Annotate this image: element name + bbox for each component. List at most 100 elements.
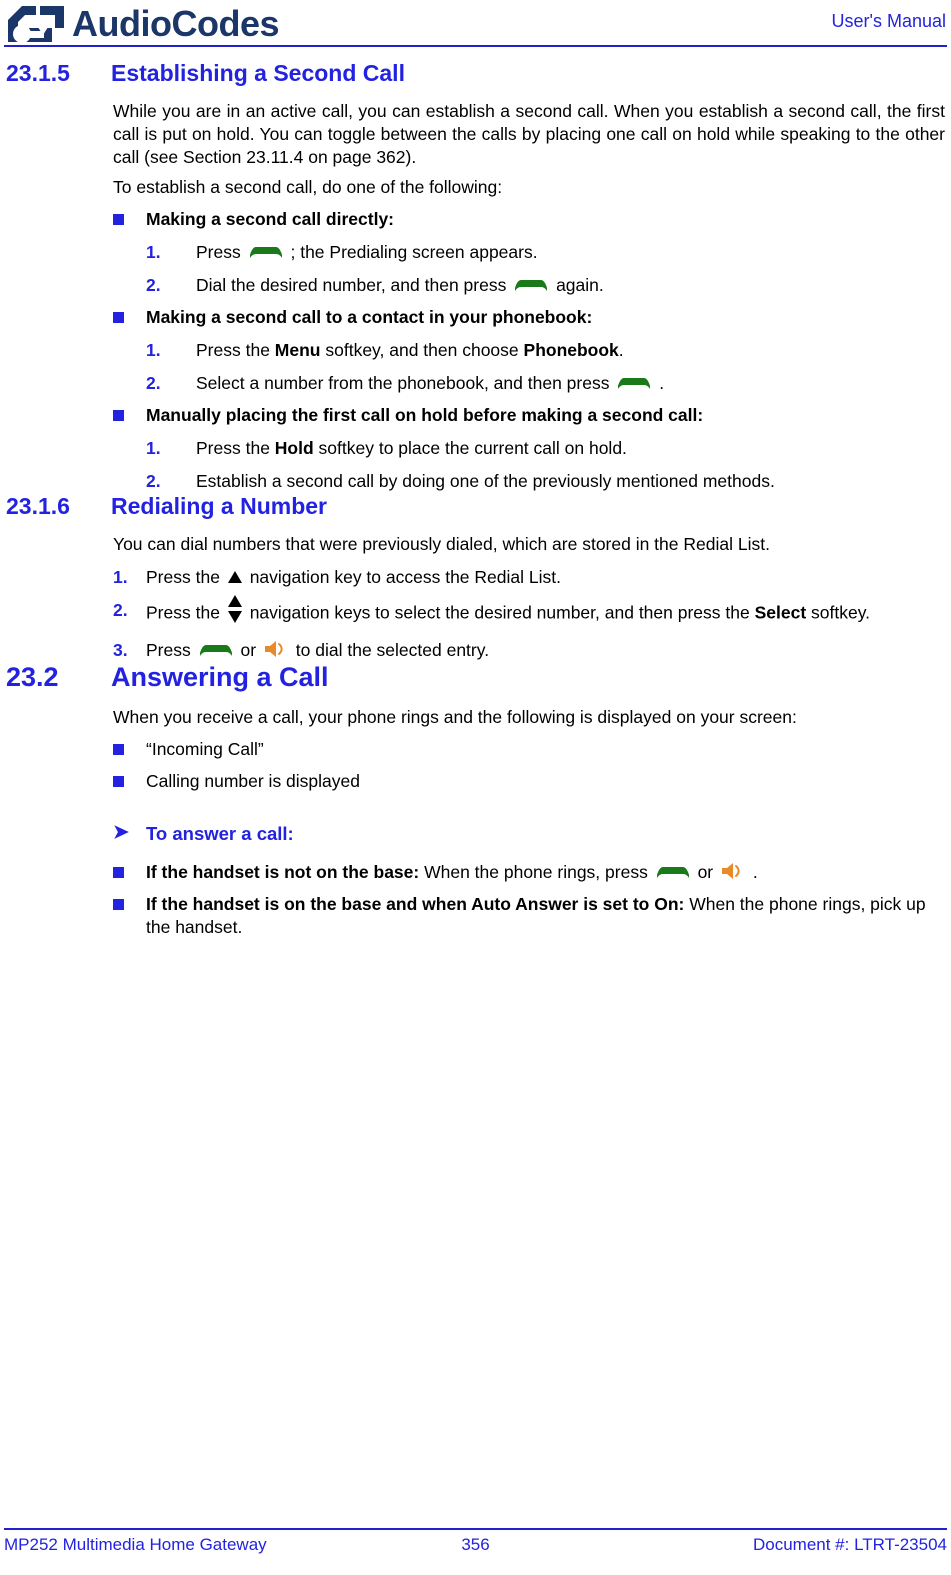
step-number: 1. xyxy=(146,340,161,360)
step-text-mid: softkey to place the current call on hol… xyxy=(313,438,627,458)
heading-23-1-6-number: 23.1.6 xyxy=(6,493,70,519)
steps-manual-hold: 1. Press the Hold softkey to place the cu… xyxy=(0,437,951,493)
list-item: Calling number is displayed xyxy=(0,770,951,793)
list-item: Making a second call to a contact in you… xyxy=(0,306,951,329)
heading-23-1-5-number: 23.1.5 xyxy=(6,60,70,86)
menu-phonebook-label: Phonebook xyxy=(523,340,619,360)
list-item: 1. Press the Menu softkey, and then choos… xyxy=(0,339,951,362)
nav-up-key-icon xyxy=(227,570,243,584)
step-text-before: Dial the desired number, and then press xyxy=(196,275,507,295)
orange-speaker-key-icon xyxy=(264,639,288,659)
para-23-1-5-intro: While you are in an active call, you can… xyxy=(113,101,945,167)
list-23-2-display: “Incoming Call” Calling number is displa… xyxy=(0,738,951,793)
step-text-after: to dial the selected entry. xyxy=(295,640,490,660)
bullet-text: “Incoming Call” xyxy=(146,739,264,759)
square-bullet-icon xyxy=(113,410,124,421)
step-text-after: . xyxy=(659,373,665,393)
logo-text-codes: Codes xyxy=(171,3,280,44)
heading-23-1-5: 23.1.5 Establishing a Second Call xyxy=(0,60,951,87)
list-item: If the handset is not on the base: When … xyxy=(0,861,951,884)
bullet-text-after: . xyxy=(752,862,758,882)
condition-label: If the handset is not on the base: xyxy=(146,862,420,882)
green-handset-key-icon xyxy=(617,376,651,391)
heading-23-2-number: 23.2 xyxy=(6,662,59,692)
list-23-1-5-b: Making a second call to a contact in you… xyxy=(0,306,951,329)
audiocodes-logo-mark-icon xyxy=(6,4,70,44)
step-number: 1. xyxy=(146,242,161,262)
audiocodes-logo-text: AudioCodes xyxy=(72,6,280,42)
step-number: 2. xyxy=(146,373,161,393)
step-text-before: Select a number from the phonebook, and … xyxy=(196,373,610,393)
step-text-tail: softkey. xyxy=(806,602,871,623)
green-handset-key-icon xyxy=(199,643,233,658)
list-item: 2. Press the navigation keys to select t… xyxy=(0,595,951,629)
arrow-bullet-icon: ➤ xyxy=(113,822,129,843)
step-number: 1. xyxy=(146,438,161,458)
step-text-after: navigation keys to select the desired nu… xyxy=(249,602,755,623)
list-item: 2. Select a number from the phonebook, a… xyxy=(0,372,951,395)
heading-23-1-5-title: Establishing a Second Call xyxy=(111,60,405,86)
list-23-1-5: Making a second call directly: xyxy=(0,208,951,231)
procedure-heading-wrap: ➤ To answer a call: xyxy=(0,822,951,845)
nav-up-down-key-icon xyxy=(227,594,243,624)
step-number: 2. xyxy=(146,471,161,491)
page-header: AudioCodes User's Manual xyxy=(0,0,951,47)
footer-page-number: 356 xyxy=(461,1535,490,1554)
step-text-after: again. xyxy=(556,275,604,295)
page-footer: MP252 Multimedia Home Gateway 356 Docume… xyxy=(4,1535,947,1555)
heading-23-1-6: 23.1.6 Redialing a Number xyxy=(0,493,951,520)
steps-second-call-phonebook: 1. Press the Menu softkey, and then choos… xyxy=(0,339,951,395)
step-text-after: navigation key to access the Redial List… xyxy=(249,567,561,587)
softkey-menu-label: Menu xyxy=(274,340,321,360)
square-bullet-icon xyxy=(113,312,124,323)
para-23-2-intro: When you receive a call, your phone ring… xyxy=(113,707,797,727)
header-doc-type: User's Manual xyxy=(831,11,946,31)
list-item: 2. Establish a second call by doing one o… xyxy=(0,470,951,493)
list-item: Making a second call directly: xyxy=(0,208,951,231)
list-item: 1. Press the navigation key to access th… xyxy=(0,566,951,589)
step-text-before: Press xyxy=(146,640,191,660)
document-page: AudioCodes User's Manual 23.1.5 Establis… xyxy=(0,0,951,1575)
softkey-select-label: Select xyxy=(754,602,807,623)
list-item: ➤ To answer a call: xyxy=(0,822,951,845)
bullet-text: Calling number is displayed xyxy=(146,771,360,791)
audiocodes-logo: AudioCodes xyxy=(6,2,280,44)
green-handset-key-icon xyxy=(514,278,548,293)
list-item: Manually placing the first call on hold … xyxy=(0,404,951,427)
square-bullet-icon xyxy=(113,867,124,878)
condition-label: If the handset is on the base and when A… xyxy=(146,894,685,914)
steps-redial: 1. Press the navigation key to access th… xyxy=(0,566,951,662)
step-text-before: Press the xyxy=(146,567,220,587)
list-item: If the handset is on the base and when A… xyxy=(0,893,951,939)
header-divider xyxy=(4,45,947,47)
footer-divider xyxy=(4,1528,947,1530)
list-item: 3. Press or to dial the selected entry. xyxy=(0,639,951,662)
page-content: 23.1.5 Establishing a Second Call While … xyxy=(0,60,951,939)
step-number: 1. xyxy=(113,567,128,587)
step-text-before: Press the xyxy=(146,602,220,623)
heading-23-1-6-title: Redialing a Number xyxy=(111,493,327,519)
step-text-before: Press the xyxy=(196,340,275,360)
list-item: “Incoming Call” xyxy=(0,738,951,761)
step-number: 2. xyxy=(113,600,128,620)
square-bullet-icon xyxy=(113,776,124,787)
step-text-after: . xyxy=(618,340,624,360)
procedure-heading: To answer a call: xyxy=(146,823,294,844)
bullet-heading: Making a second call directly: xyxy=(146,209,394,229)
step-number: 3. xyxy=(113,640,128,660)
list-item: 1. Press the Hold softkey to place the cu… xyxy=(0,437,951,460)
para-23-1-5-lead: To establish a second call, do one of th… xyxy=(113,177,503,197)
step-text-before: Press xyxy=(196,242,241,262)
green-handset-key-icon xyxy=(656,865,690,880)
green-handset-key-icon xyxy=(249,245,283,260)
steps-second-call-directly: 1. Press ; the Predialing screen appears… xyxy=(0,241,951,297)
step-text-before: Press the xyxy=(196,438,275,458)
square-bullet-icon xyxy=(113,744,124,755)
list-23-2-answer: If the handset is not on the base: When … xyxy=(0,861,951,939)
step-text-mid: or xyxy=(240,640,257,660)
bullet-text-before: When the phone rings, press xyxy=(419,862,648,882)
heading-23-2: 23.2 Answering a Call xyxy=(0,662,951,693)
step-text-before: Establish a second call by doing one of … xyxy=(196,471,775,491)
list-item: 1. Press ; the Predialing screen appears… xyxy=(0,241,951,264)
bullet-text-mid: or xyxy=(697,862,714,882)
